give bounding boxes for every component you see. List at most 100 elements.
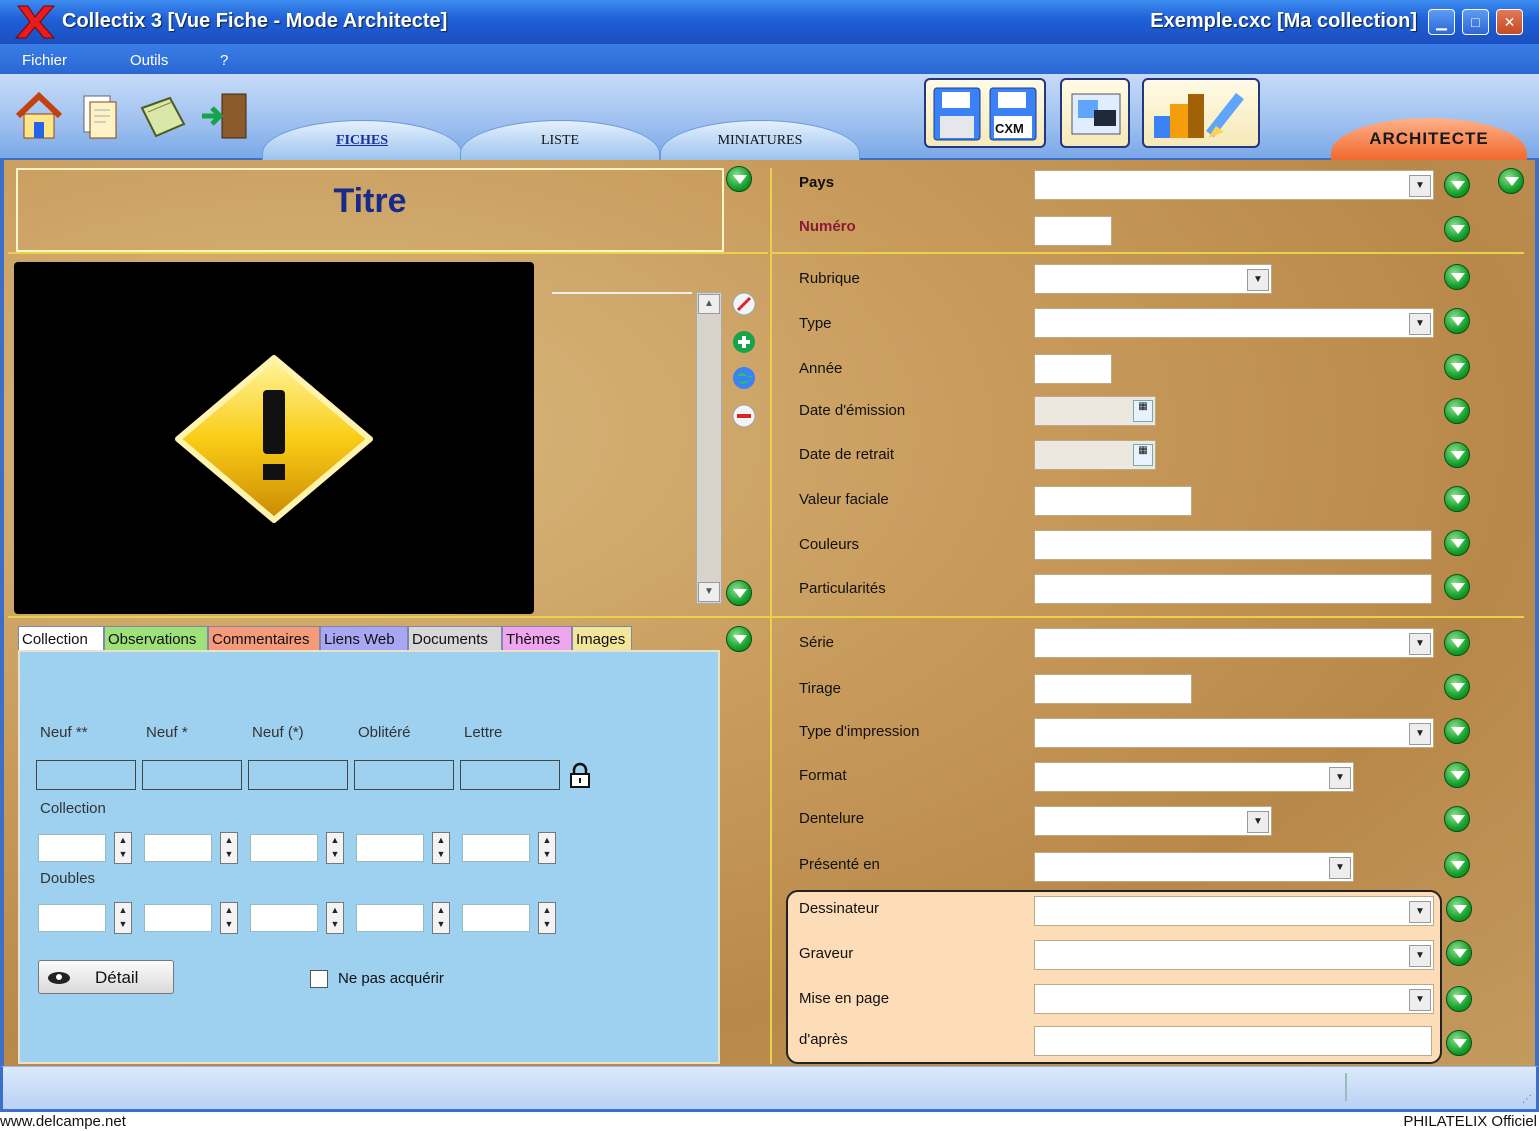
tab-commentaires[interactable]: Commentaires (208, 626, 320, 652)
rubrique-select[interactable] (1034, 264, 1272, 294)
home-icon[interactable] (12, 90, 66, 142)
collection-qty-neuf-1[interactable] (144, 834, 212, 862)
documents-icon[interactable] (74, 90, 128, 142)
stamp-card-button[interactable] (1060, 78, 1130, 148)
image-list-scrollbar[interactable]: ▲ ▼ (696, 292, 722, 604)
detail-button[interactable]: Détail (38, 960, 174, 994)
tab-fiches[interactable]: FICHES (262, 120, 462, 160)
price-neuf-paren[interactable] (248, 760, 348, 790)
date-emission-input[interactable]: ▦ (1034, 396, 1156, 426)
qty-stepper[interactable]: ▲ ▼ (326, 902, 344, 934)
field-toggle-icon[interactable] (1444, 674, 1470, 700)
minimize-button[interactable]: ▁ (1428, 9, 1455, 35)
field-toggle-icon[interactable] (1444, 718, 1470, 744)
collection-qty-lettre[interactable] (462, 834, 530, 862)
type-impression-select[interactable] (1034, 718, 1434, 748)
dessinateur-select[interactable] (1034, 896, 1434, 926)
save-cxm-icon[interactable]: CXM (988, 86, 1038, 142)
doubles-qty-lettre[interactable] (462, 904, 530, 932)
collection-qty-neuf-2[interactable] (38, 834, 106, 862)
lock-icon[interactable] (568, 762, 592, 788)
tab-liste[interactable]: LISTE (460, 120, 660, 160)
particularites-input[interactable] (1034, 574, 1432, 604)
image-viewer[interactable] (14, 262, 534, 614)
calendar-icon[interactable]: ▦ (1133, 400, 1153, 422)
notebook-icon[interactable] (136, 90, 190, 142)
qty-stepper[interactable]: ▲ ▼ (220, 902, 238, 934)
tirage-input[interactable] (1034, 674, 1192, 704)
valeur-faciale-input[interactable] (1034, 486, 1192, 516)
field-toggle-icon[interactable] (726, 166, 752, 192)
remove-image-icon[interactable] (732, 404, 756, 428)
menu-fichier[interactable]: Fichier (22, 52, 67, 69)
scroll-down-button[interactable]: ▼ (698, 582, 720, 602)
tab-collection[interactable]: Collection (18, 626, 104, 652)
qty-stepper[interactable]: ▲ ▼ (538, 902, 556, 934)
field-toggle-icon[interactable] (1444, 354, 1470, 380)
collection-qty-neuf-paren[interactable] (250, 834, 318, 862)
qty-stepper[interactable]: ▲ ▼ (114, 832, 132, 864)
qty-stepper[interactable]: ▲ ▼ (114, 902, 132, 934)
field-toggle-icon[interactable] (1444, 308, 1470, 334)
maximize-button[interactable]: □ (1462, 9, 1489, 35)
no-acquire-checkbox[interactable] (310, 970, 328, 988)
tab-miniatures[interactable]: MINIATURES (660, 120, 860, 160)
menu-outils[interactable]: Outils (130, 52, 168, 69)
mise-en-page-select[interactable] (1034, 984, 1434, 1014)
field-toggle-icon[interactable] (1444, 216, 1470, 242)
serie-select[interactable] (1034, 628, 1434, 658)
couleurs-input[interactable] (1034, 530, 1432, 560)
field-toggle-icon[interactable] (1446, 1030, 1472, 1056)
doubles-qty-neuf-2[interactable] (38, 904, 106, 932)
field-toggle-icon[interactable] (1444, 172, 1470, 198)
tab-documents[interactable]: Documents (408, 626, 502, 652)
collection-qty-oblitere[interactable] (356, 834, 424, 862)
price-lettre[interactable] (460, 760, 560, 790)
field-toggle-icon[interactable] (1444, 852, 1470, 878)
title-box[interactable]: Titre (16, 168, 724, 252)
dentelure-select[interactable] (1034, 806, 1272, 836)
exit-door-icon[interactable] (198, 90, 252, 142)
field-toggle-icon[interactable] (1444, 530, 1470, 556)
menu-help[interactable]: ? (220, 52, 228, 69)
qty-stepper[interactable]: ▲ ▼ (432, 902, 450, 934)
field-toggle-icon[interactable] (1444, 630, 1470, 656)
graveur-select[interactable] (1034, 940, 1434, 970)
field-toggle-icon[interactable] (1444, 264, 1470, 290)
doubles-qty-neuf-paren[interactable] (250, 904, 318, 932)
qty-stepper[interactable]: ▲ ▼ (432, 832, 450, 864)
calendar-icon[interactable]: ▦ (1133, 444, 1153, 466)
architecte-tab[interactable]: ARCHITECTE (1331, 118, 1527, 160)
save-icon[interactable] (932, 86, 982, 142)
date-retrait-input[interactable]: ▦ (1034, 440, 1156, 470)
themes-button[interactable] (1142, 78, 1260, 148)
type-select[interactable] (1034, 308, 1434, 338)
dapres-input[interactable] (1034, 1026, 1432, 1056)
field-toggle-icon[interactable] (1446, 986, 1472, 1012)
scroll-up-button[interactable]: ▲ (698, 294, 720, 314)
qty-stepper[interactable]: ▲ ▼ (326, 832, 344, 864)
tab-liens-web[interactable]: Liens Web (320, 626, 408, 652)
field-toggle-icon[interactable] (1444, 762, 1470, 788)
add-image-icon[interactable] (732, 330, 756, 354)
field-toggle-icon[interactable] (726, 626, 752, 652)
tab-observations[interactable]: Observations (104, 626, 208, 652)
edit-image-icon[interactable] (732, 292, 756, 316)
doubles-qty-neuf-1[interactable] (144, 904, 212, 932)
field-toggle-icon[interactable] (1444, 398, 1470, 424)
close-button[interactable]: ✕ (1496, 9, 1523, 35)
field-toggle-icon[interactable] (1498, 168, 1524, 194)
annee-input[interactable] (1034, 354, 1112, 384)
resize-grip-icon[interactable]: ⋰ (1522, 1094, 1532, 1105)
presente-en-select[interactable] (1034, 852, 1354, 882)
field-toggle-icon[interactable] (726, 580, 752, 606)
numero-input[interactable] (1034, 216, 1112, 246)
field-toggle-icon[interactable] (1444, 442, 1470, 468)
field-toggle-icon[interactable] (1446, 940, 1472, 966)
field-toggle-icon[interactable] (1444, 486, 1470, 512)
price-neuf-1[interactable] (142, 760, 242, 790)
field-toggle-icon[interactable] (1444, 806, 1470, 832)
field-toggle-icon[interactable] (1446, 896, 1472, 922)
qty-stepper[interactable]: ▲ ▼ (220, 832, 238, 864)
web-image-icon[interactable] (732, 366, 756, 390)
